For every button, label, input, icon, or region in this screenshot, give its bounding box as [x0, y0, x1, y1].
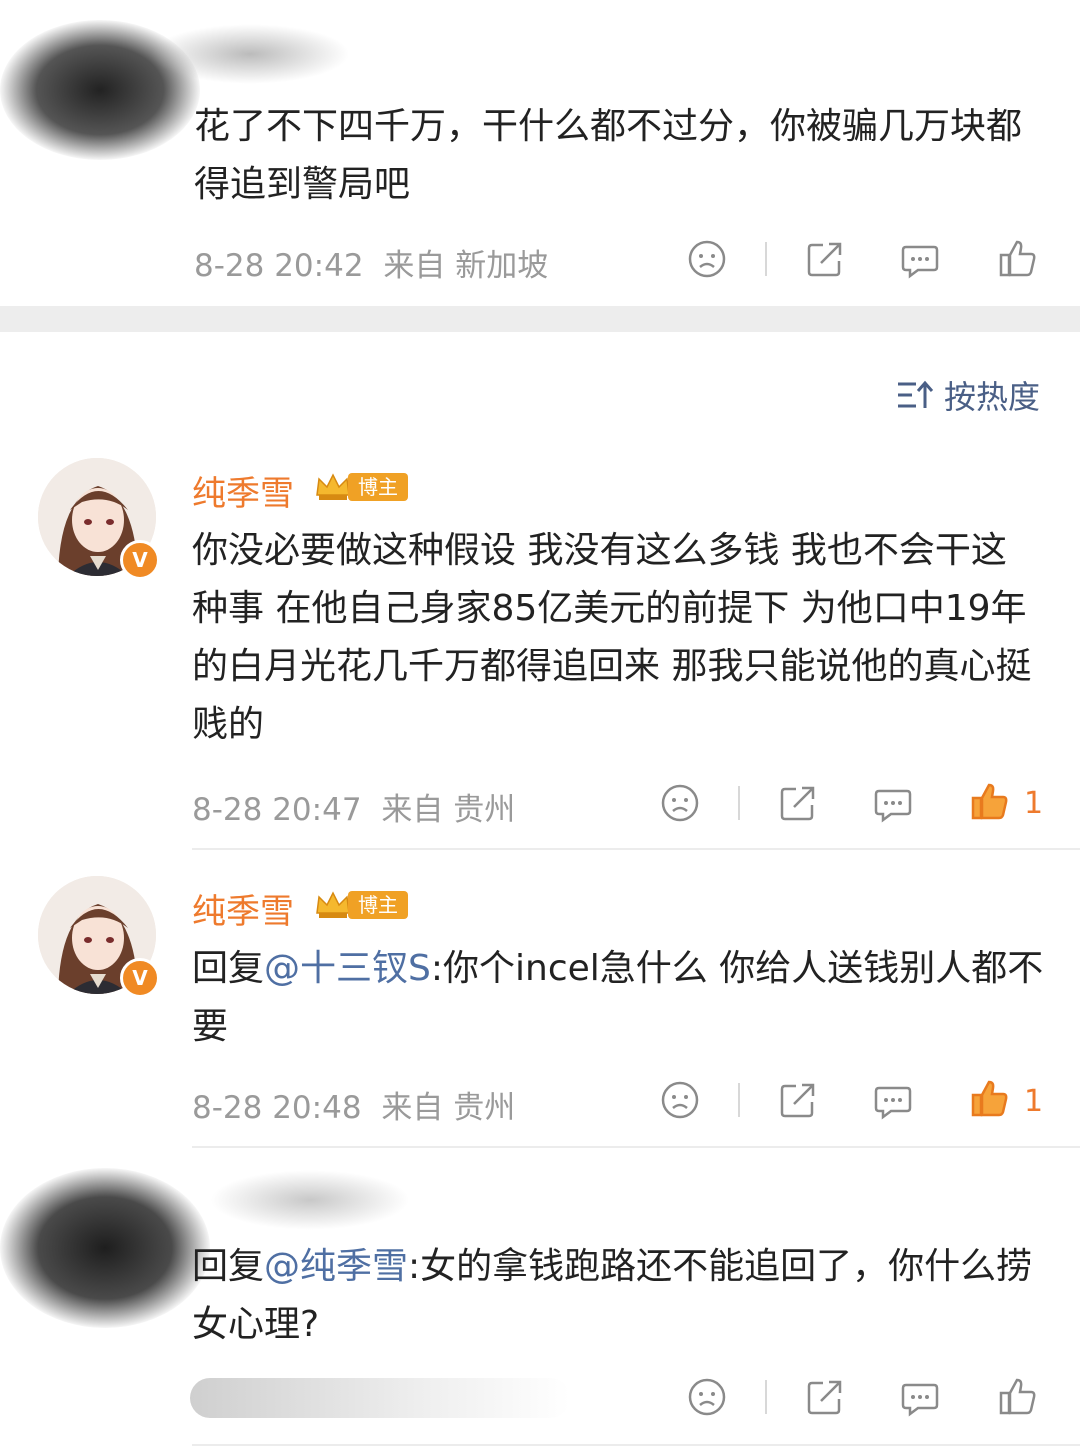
mention-link[interactable]: @十三钗S: [264, 948, 431, 989]
share-icon[interactable]: [803, 1375, 847, 1419]
like-count: 1: [1024, 1084, 1044, 1119]
comment-text: 回复@纯季雪:女的拿钱跑路还不能追回了，你什么捞女心理?: [192, 1238, 1042, 1354]
sad-reaction-icon[interactable]: [685, 237, 729, 281]
location: 来自 贵州: [381, 1090, 516, 1126]
action-divider: [765, 1380, 767, 1414]
verified-badge: V: [120, 540, 160, 580]
share-icon[interactable]: [776, 781, 820, 825]
comment-divider: [192, 848, 1080, 850]
comment-icon[interactable]: [898, 1375, 942, 1419]
username[interactable]: 纯季雪: [192, 466, 294, 515]
action-divider: [738, 786, 740, 820]
like-icon[interactable]: [996, 1375, 1040, 1419]
badge-label: 博主: [348, 891, 408, 919]
blogger-badge: 博主: [314, 889, 408, 921]
timestamp: 8-28 20:47: [192, 792, 362, 828]
section-separator: [0, 306, 1080, 332]
sad-reaction-icon[interactable]: [658, 781, 702, 825]
verified-badge: V: [120, 958, 160, 998]
comment-text: 花了不下四千万，干什么都不过分，你被骗几万块都得追到警局吧: [194, 106, 1023, 205]
blurred-username: [210, 1170, 410, 1230]
like-icon[interactable]: [996, 237, 1040, 281]
reply-prefix: 回复: [192, 1246, 265, 1287]
timestamp: 8-28 20:48: [192, 1090, 362, 1126]
like-icon-active[interactable]: [968, 1077, 1012, 1121]
share-icon[interactable]: [776, 1078, 820, 1122]
blurred-avatar: [0, 1168, 210, 1328]
blurred-timestamp: [190, 1378, 570, 1418]
comment-icon[interactable]: [898, 237, 942, 281]
username[interactable]: 纯季雪: [192, 884, 294, 933]
blogger-badge: 博主: [314, 471, 408, 503]
comment-time: 8-28 20:47 来自 贵州: [192, 784, 515, 829]
blurred-username: [150, 24, 350, 84]
like-count: 1: [1024, 786, 1044, 821]
comment-divider: [192, 1146, 1080, 1148]
sad-reaction-icon[interactable]: [685, 1375, 729, 1419]
sad-reaction-icon[interactable]: [658, 1078, 702, 1122]
action-divider: [738, 1083, 740, 1117]
comment-text: 回复@十三钗S:你个incel急什么 你给人送钱别人都不要: [192, 940, 1052, 1056]
action-divider: [765, 242, 767, 276]
mention-link[interactable]: @纯季雪: [264, 1246, 408, 1287]
comment-icon[interactable]: [871, 781, 915, 825]
badge-label: 博主: [348, 473, 408, 501]
comment-divider: [192, 1444, 1080, 1446]
reply-prefix: 回复: [192, 948, 265, 989]
comment-icon[interactable]: [871, 1078, 915, 1122]
crown-icon: [316, 473, 350, 500]
comment-time: 8-28 20:42 来自 新加坡: [194, 240, 548, 285]
location: 来自 贵州: [381, 792, 516, 828]
crown-icon: [316, 891, 350, 918]
comment-time: 8-28 20:48 来自 贵州: [192, 1082, 515, 1127]
location: 来自 新加坡: [383, 248, 549, 284]
timestamp: 8-28 20:42: [194, 248, 364, 284]
sort-icon: [897, 380, 934, 408]
sort-label: 按热度: [943, 378, 1040, 416]
share-icon[interactable]: [803, 237, 847, 281]
like-icon-active[interactable]: [968, 780, 1012, 824]
comment-text: 你没必要做这种假设 我没有这么多钱 我也不会干这种事 在他自己身家85亿美元的前…: [192, 530, 1032, 745]
sort-toggle[interactable]: 按热度: [896, 372, 1040, 418]
